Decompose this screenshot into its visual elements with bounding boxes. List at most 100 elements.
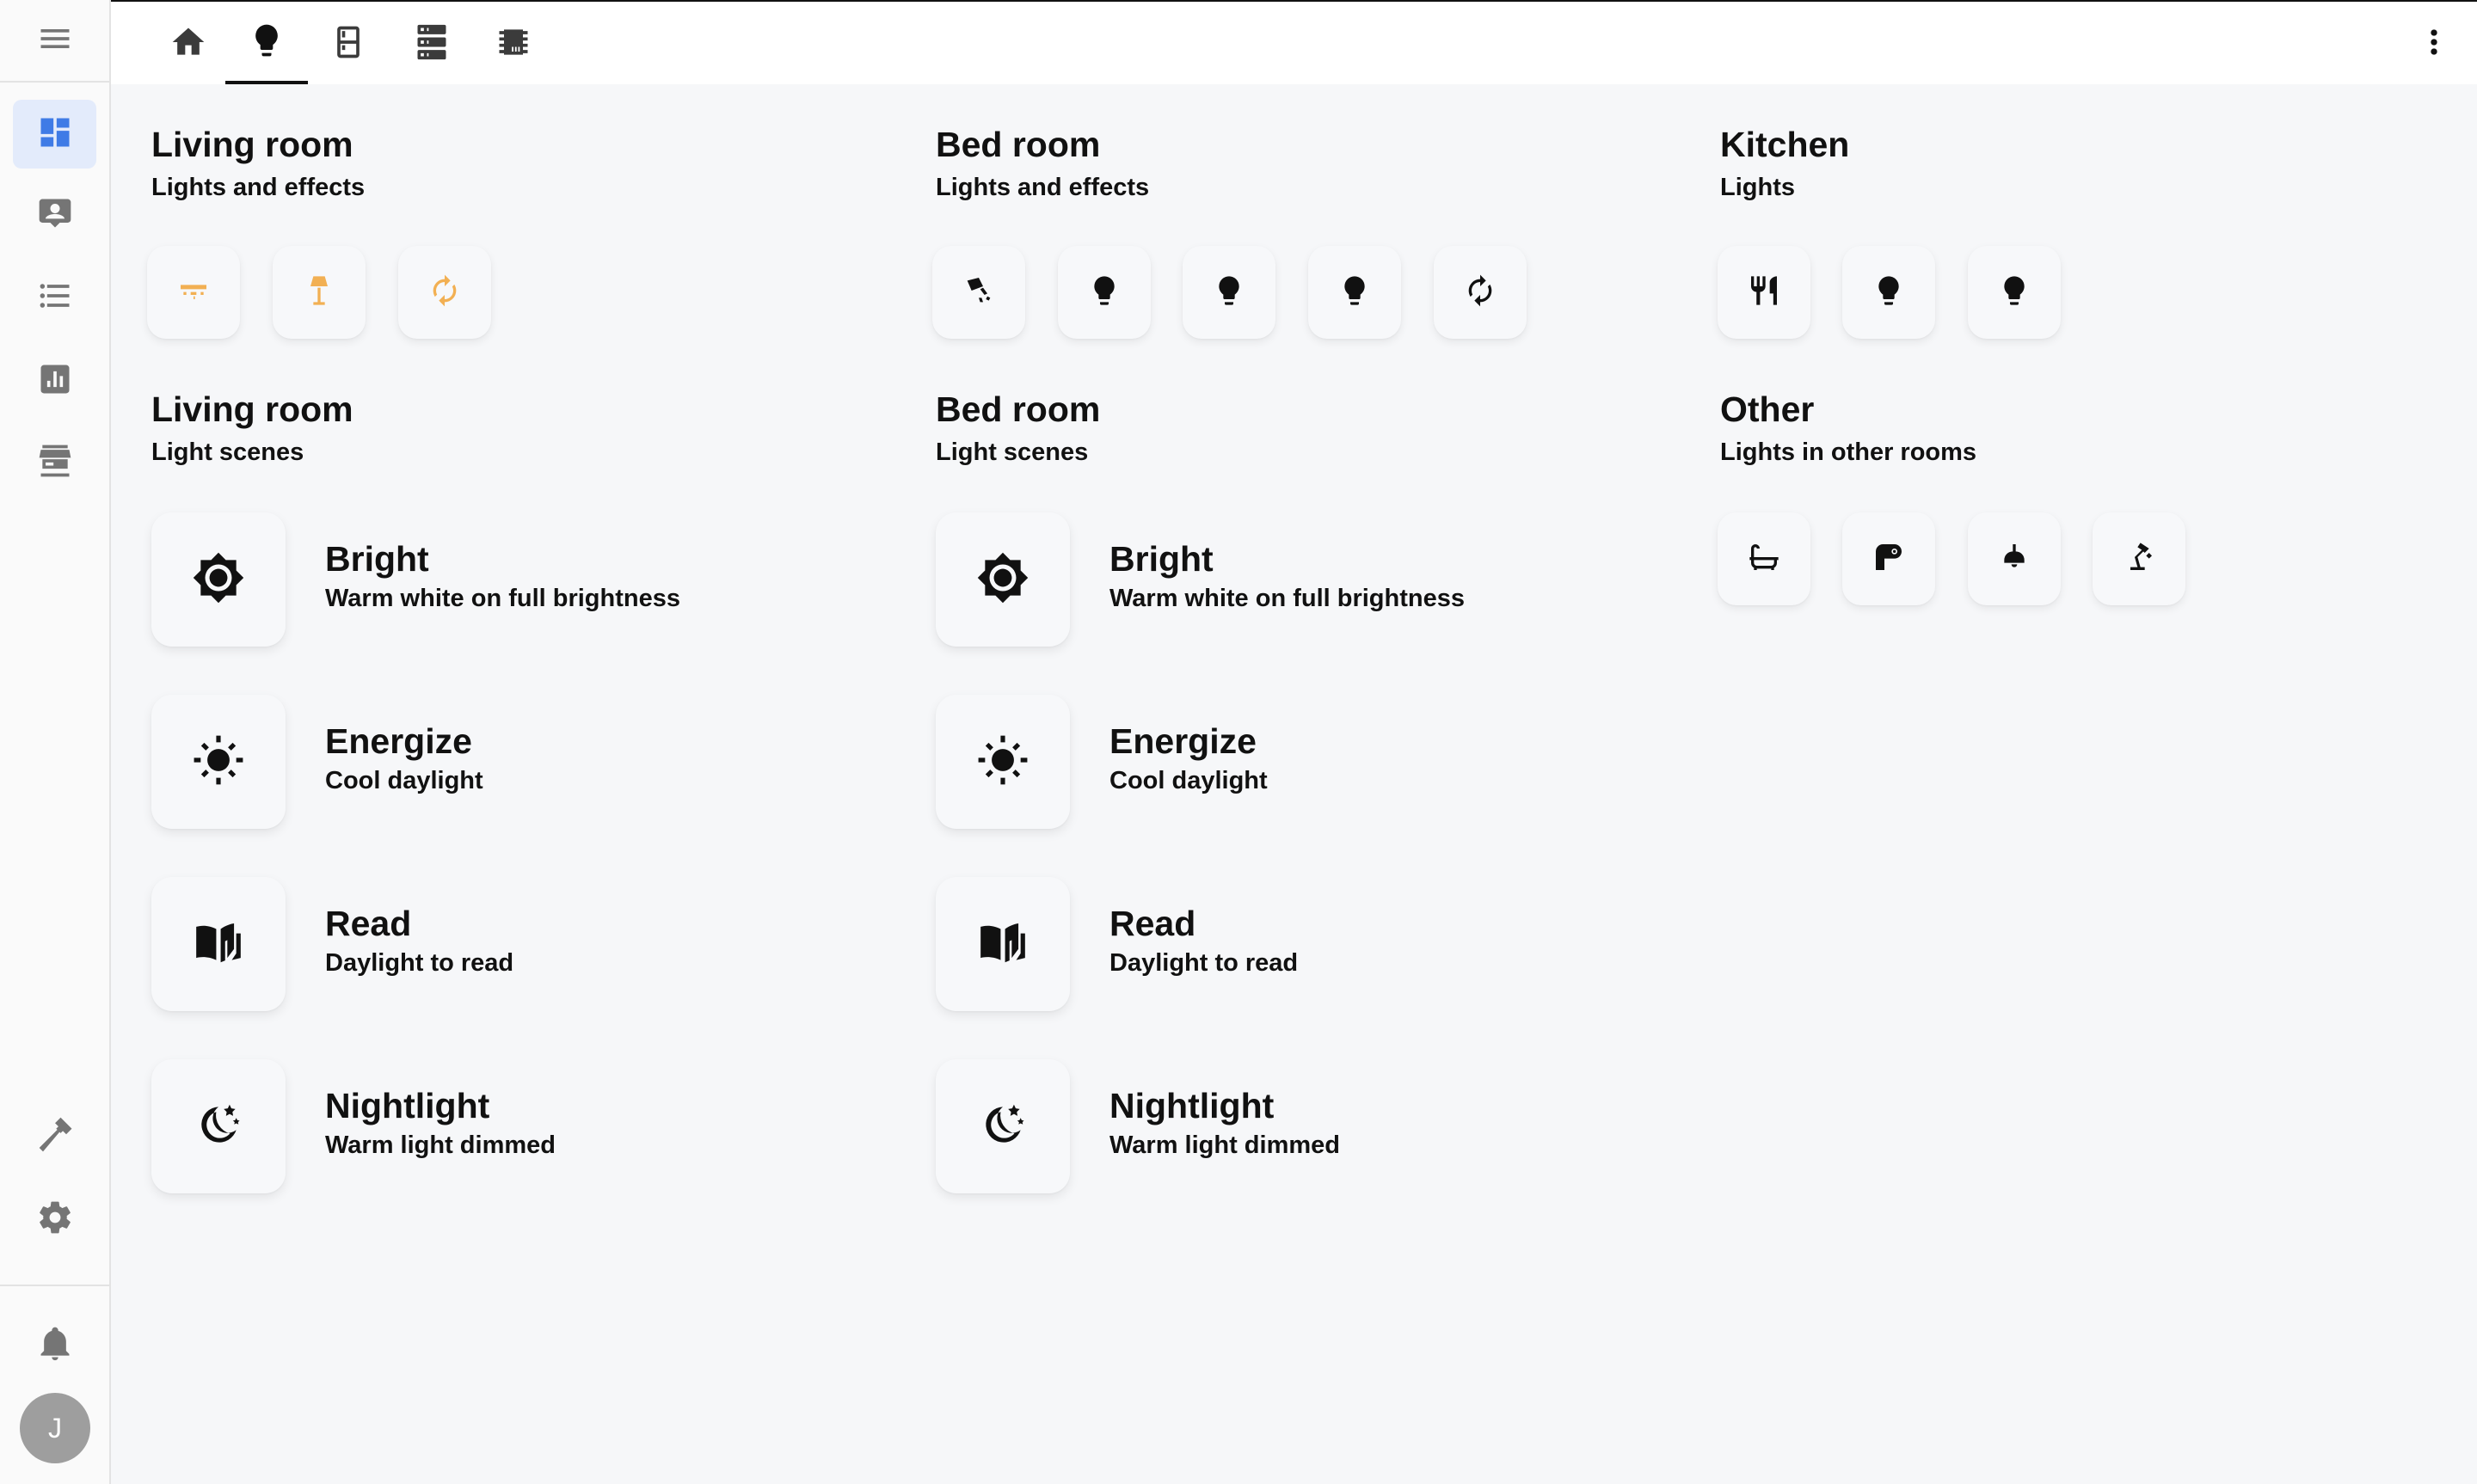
moon-stars-icon [192,1098,245,1156]
chip-other-pendant[interactable] [1968,512,2061,605]
account-box-icon [36,194,74,236]
section-subtitle-living-lights: Lights and effects [151,174,366,201]
sidebar-item-logbook[interactable] [13,263,96,332]
cog-icon [36,1199,74,1241]
dots-vertical-icon [2415,23,2453,65]
toilet-paper-icon [1872,540,1906,579]
scene-description: Warm white on full brightness [1109,585,1465,612]
section-title-living-scenes: Living room [151,389,353,429]
chip-living-ceiling-light[interactable] [147,246,240,339]
lightbulb-icon [1872,273,1906,312]
ceiling-light-icon [176,273,211,312]
hacs-store-icon [36,442,74,484]
section-title-other: Other [1720,389,1815,429]
desk-lamp-icon [2122,540,2156,579]
scene-name: Read [1109,904,1196,943]
bell-icon [36,1324,74,1366]
chip-bed-light-1[interactable] [1058,246,1151,339]
sidebar-item-hacs[interactable] [13,428,96,497]
scene-bed-nightlight[interactable]: Nightlight Warm light dimmed [936,1059,1538,1193]
scene-description: Cool daylight [325,767,483,794]
scene-living-bright[interactable]: Bright Warm white on full brightness [151,512,753,647]
spotlight-icon [962,273,996,312]
scene-name: Energize [1109,721,1257,761]
scene-icon-button[interactable] [151,512,286,647]
scene-name: Nightlight [1109,1086,1275,1125]
lightbulb-icon [1997,273,2031,312]
floor-lamp-icon [302,273,336,312]
chip-other-bathroom[interactable] [1718,512,1810,605]
sidebar-item-dashboard[interactable] [13,100,96,169]
scene-icon-button[interactable] [151,1059,286,1193]
section-title-bed-scenes: Bed room [936,389,1101,429]
sun-icon [192,733,245,791]
bathtub-icon [1747,540,1781,579]
scene-description: Warm white on full brightness [325,585,680,612]
scene-description: Warm light dimmed [325,1131,556,1159]
chip-bed-effect[interactable] [1434,246,1527,339]
section-title-living-lights: Living room [151,125,353,164]
fridge-icon [329,23,367,65]
overflow-menu-button[interactable] [2415,22,2453,65]
tab-home[interactable] [147,3,230,84]
scene-icon-button[interactable] [936,877,1070,1011]
sidebar: J [0,0,111,1484]
brightness-icon [192,551,245,609]
chip-icon [495,23,532,65]
chip-kitchen-light-1[interactable] [1842,246,1935,339]
lightbulb-icon [248,21,286,64]
brightness-icon [976,551,1030,609]
chip-bed-light-3[interactable] [1308,246,1401,339]
sidebar-item-developer-tools[interactable] [13,1103,96,1172]
tab-appliances[interactable] [307,3,390,84]
scene-name: Bright [1109,539,1214,579]
tab-system[interactable] [472,3,555,84]
scene-bed-bright[interactable]: Bright Warm white on full brightness [936,512,1538,647]
scene-icon-button[interactable] [936,512,1070,647]
section-subtitle-bed-scenes: Light scenes [936,438,1089,466]
section-subtitle-other: Lights in other rooms [1720,438,1977,466]
chip-living-effect[interactable] [398,246,491,339]
autorenew-icon [1463,273,1497,312]
scene-bed-read[interactable]: Read Daylight to read [936,877,1538,1011]
avatar[interactable]: J [20,1393,90,1463]
scene-icon-button[interactable] [936,695,1070,829]
chip-bed-spotlight[interactable] [932,246,1025,339]
chip-living-floor-lamp[interactable] [273,246,366,339]
section-title-bed-lights: Bed room [936,125,1101,164]
view-dashboard-icon [36,113,74,156]
scene-icon-button[interactable] [151,695,286,829]
chart-box-icon [36,360,74,402]
sidebar-item-notifications[interactable] [13,1310,96,1379]
scene-icon-button[interactable] [936,1059,1070,1193]
sidebar-item-map[interactable] [13,181,96,249]
scene-description: Warm light dimmed [1109,1131,1340,1159]
pendant-lamp-icon [1997,540,2031,579]
scene-living-energize[interactable]: Energize Cool daylight [151,695,753,829]
chip-kitchen-light-2[interactable] [1968,246,2061,339]
scene-living-read[interactable]: Read Daylight to read [151,877,753,1011]
sidebar-item-history[interactable] [13,346,96,415]
tab-lights[interactable] [225,3,308,84]
sun-icon [976,733,1030,791]
scene-name: Read [325,904,412,943]
scene-bed-energize[interactable]: Energize Cool daylight [936,695,1538,829]
chip-other-toilet[interactable] [1842,512,1935,605]
sidebar-divider [0,1285,109,1286]
section-subtitle-kitchen: Lights [1720,174,1795,201]
home-icon [169,23,207,65]
server-icon [413,23,451,65]
format-list-bulleted-icon [36,277,74,319]
tab-servers[interactable] [390,3,473,84]
chip-other-desk-lamp[interactable] [2093,512,2185,605]
scene-description: Daylight to read [325,949,514,977]
avatar-initial: J [48,1412,62,1444]
scene-icon-button[interactable] [151,877,286,1011]
sidebar-item-settings[interactable] [13,1185,96,1254]
scene-living-nightlight[interactable]: Nightlight Warm light dimmed [151,1059,753,1193]
hamburger-menu-icon[interactable] [36,20,74,62]
chip-bed-light-2[interactable] [1183,246,1275,339]
scene-name: Bright [325,539,429,579]
scene-description: Daylight to read [1109,949,1299,977]
chip-kitchen-dining[interactable] [1718,246,1810,339]
